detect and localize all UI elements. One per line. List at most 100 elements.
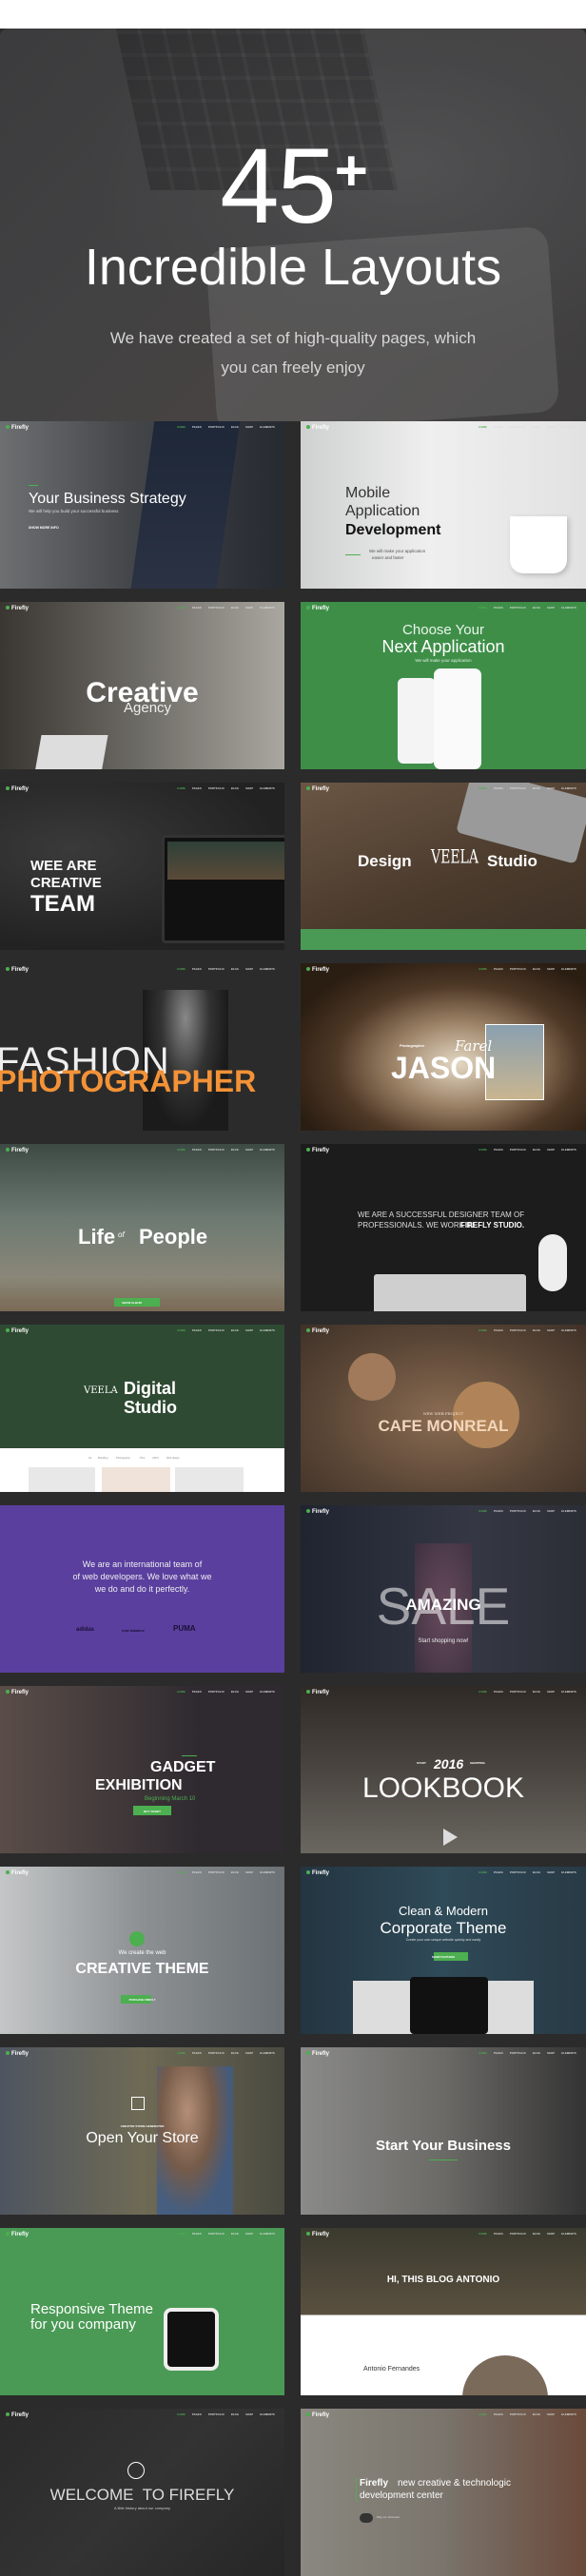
layout-thumbnail-business-strategy[interactable]: Firefly HOME PAGES PORTFOLIO BLOG SHOP ELEMENT… (0, 421, 284, 589)
top-margin (0, 0, 586, 29)
layout-thumbnail-cafe-monreal[interactable]: Firefly HOME PAGES PORTFOLIO BLOG SHOP ELEMENT… (301, 1325, 586, 1492)
nav-item: PORTFOLIO (207, 2413, 225, 2416)
thumbnail-text: we do and do it perfectly. (94, 1584, 190, 1594)
firefly-logo: Firefly (6, 1870, 29, 1876)
logo-text: Firefly (11, 606, 29, 611)
logo-text: Firefly (312, 1148, 330, 1153)
logo-dot-icon (306, 1690, 310, 1694)
nav-item: ELEMENTS (260, 968, 275, 971)
thumbnail-text: new balance (122, 1628, 145, 1633)
thumbnail-text: SHOW FEATURES (431, 1955, 456, 1959)
thumbnail-text: CREATIVE (30, 875, 102, 891)
phone-large (434, 668, 481, 769)
layout-thumbnail-blog-antonio[interactable]: Firefly HOME PAGES PORTFOLIO BLOG SHOP ELEMENT… (301, 2228, 586, 2395)
nav-item: BLOG (230, 787, 240, 790)
play-button (360, 2513, 373, 2523)
layout-thumbnail-open-your-store[interactable]: Firefly HOME PAGES PORTFOLIO BLOG SHOP ELEMENT… (0, 2047, 284, 2215)
nav-menu: HOME PAGES PORTFOLIO BLOG SHOP ELEMENTS (170, 1871, 275, 1874)
thumbnail-navbar: Firefly HOME PAGES PORTFOLIO BLOG SHOP ELEMENT… (0, 2409, 284, 2422)
logo-text: Firefly (312, 1870, 330, 1876)
nav-item: PORTFOLIO (207, 607, 225, 610)
thumbnail-text: Photographer (400, 1043, 425, 1048)
layout-thumbnail-technologic-center[interactable]: Firefly HOME PAGES PORTFOLIO BLOG SHOP ELEMENT… (301, 2409, 586, 2576)
nav-menu: HOME PAGES PORTFOLIO BLOG SHOP ELEMENTS (170, 787, 275, 790)
nav-item: PORTFOLIO (509, 968, 526, 971)
firefly-logo: Firefly (6, 1148, 29, 1153)
layout-thumbnail-responsive-theme[interactable]: Firefly HOME PAGES PORTFOLIO BLOG SHOP ELEMENT… (0, 2228, 284, 2395)
firefly-logo: Firefly (306, 1328, 329, 1334)
nav-item: PAGES (191, 968, 202, 971)
smartwatch (164, 2308, 219, 2371)
layout-thumbnail-creative-agency[interactable]: Firefly HOME PAGES PORTFOLIO BLOG SHOP ELEMENT… (0, 602, 284, 769)
layout-thumbnail-creative-theme[interactable]: Firefly HOME PAGES PORTFOLIO BLOG SHOP ELEMENT… (0, 1867, 284, 2034)
firefly-logo: Firefly (306, 2232, 329, 2237)
thumbnail-navbar: Firefly HOME PAGES PORTFOLIO BLOG SHOP ELEMENT… (301, 1686, 586, 1699)
nav-item: ELEMENTS (260, 1691, 275, 1694)
nav-item: PORTFOLIO (509, 1149, 526, 1152)
thumbnail-text: PUMA (173, 1624, 196, 1633)
play-circle-icon (127, 2462, 145, 2479)
thumbnail-text: Firefly (360, 2478, 389, 2489)
thumbnail-text: Start shopping now! (418, 1638, 469, 1644)
firefly-logo: Firefly (306, 1509, 329, 1515)
nav-menu: HOME PAGES PORTFOLIO BLOG SHOP ELEMENTS (170, 1329, 275, 1332)
logo-dot-icon (306, 606, 310, 610)
nav-item: ELEMENTS (260, 1871, 275, 1874)
nav-item: PORTFOLIO (207, 968, 225, 971)
layout-thumbnail-international-team[interactable]: We are an international team of of web de… (0, 1505, 284, 1673)
mouse (538, 1234, 567, 1291)
thumbnail-text: WEE ARE (30, 858, 97, 874)
logo-dot-icon (306, 786, 310, 790)
layout-thumbnail-creative-team[interactable]: Firefly HOME PAGES PORTFOLIO BLOG SHOP ELEMENT… (0, 783, 284, 950)
layout-thumbnail-welcome-firefly[interactable]: Firefly HOME PAGES PORTFOLIO BLOG SHOP ELEMENT… (0, 2409, 284, 2576)
nav-menu: HOME PAGES PORTFOLIO BLOG SHOP ELEMENTS (170, 1149, 275, 1152)
thumbnail-text: adidas (76, 1627, 95, 1633)
layout-thumbnail-start-your-business[interactable]: Firefly HOME PAGES PORTFOLIO BLOG SHOP ELEMENT… (301, 2047, 586, 2215)
thumbnail-text: People (139, 1225, 208, 1249)
layout-thumbnail-photographer-jason[interactable]: Firefly HOME PAGES PORTFOLIO BLOG SHOP ELEMENT… (301, 963, 586, 1131)
firefly-logo: Firefly (6, 606, 29, 611)
thumbnail-text: Play our showreel (377, 2515, 400, 2519)
layout-thumbnail-amazing-sale[interactable]: Firefly HOME PAGES PORTFOLIO BLOG SHOP ELEMENT… (301, 1505, 586, 1673)
nav-item: HOME (479, 968, 487, 971)
thumbnail-text: NEW WEB PROJECT (422, 1411, 464, 1416)
logo-text: Firefly (11, 1870, 29, 1876)
logo-dot-icon (306, 1148, 310, 1152)
firefly-logo: Firefly (6, 786, 29, 792)
layout-thumbnail-corporate-theme[interactable]: Firefly HOME PAGES PORTFOLIO BLOG SHOP ELEMENT… (301, 1867, 586, 2034)
layout-thumbnail-lookbook[interactable]: Firefly HOME PAGES PORTFOLIO BLOG SHOP ELEMENT… (301, 1686, 586, 1853)
layout-thumbnail-fashion-photographer[interactable]: Firefly HOME PAGES PORTFOLIO BLOG SHOP ELEMENT… (0, 963, 284, 1131)
nav-item: SHOP (547, 426, 556, 429)
layout-thumbnail-life-of-people[interactable]: Firefly HOME PAGES PORTFOLIO BLOG SHOP ELEMENT… (0, 1144, 284, 1311)
layout-thumbnail-designer-team[interactable]: Firefly HOME PAGES PORTFOLIO BLOG SHOP ELEMENT… (301, 1144, 586, 1311)
nav-menu: HOME PAGES PORTFOLIO BLOG SHOP ELEMENTS (472, 607, 576, 610)
nav-item: HOME (177, 1691, 186, 1694)
thumbnail-text: JASON (391, 1051, 497, 1085)
thumbnail-text: Digital (124, 1379, 177, 1398)
thumbnail-text: We create the web (118, 1950, 166, 1956)
nav-menu: HOME PAGES PORTFOLIO BLOG SHOP ELEMENTS (472, 1149, 576, 1152)
firefly-logo: Firefly (306, 967, 329, 973)
layout-thumbnail-digital-studio[interactable]: Firefly HOME PAGES PORTFOLIO BLOG SHOP ELEMENT… (0, 1325, 284, 1492)
thumbnail-navbar: Firefly HOME PAGES PORTFOLIO BLOG SHOP ELEMENT… (0, 1144, 284, 1157)
nav-item: PAGES (493, 426, 503, 429)
layout-thumbnail-gadget-exhibition[interactable]: Firefly HOME PAGES PORTFOLIO BLOG SHOP ELEMENT… (0, 1686, 284, 1853)
layout-thumbnail-mobile-application[interactable]: Firefly HOME PAGES PORTFOLIO BLOG SHOP ELEMENT… (301, 421, 586, 589)
layout-thumbnail-next-application[interactable]: Firefly HOME PAGES PORTFOLIO BLOG SHOP ELEMENT… (301, 602, 586, 769)
logo-dot-icon (306, 425, 310, 429)
hero-subtitle-line: you can freely enjoy (221, 358, 365, 377)
nav-item: ELEMENTS (260, 1149, 275, 1152)
nav-item: ELEMENTS (561, 1149, 576, 1152)
firefly-logo: Firefly (6, 2232, 29, 2237)
thumbnail-text: Life (78, 1225, 116, 1249)
layout-thumbnail-design-studio[interactable]: Firefly HOME PAGES PORTFOLIO BLOG SHOP ELEMENT… (301, 783, 586, 950)
thumbnail-text: Print (140, 1457, 146, 1460)
nav-menu: HOME PAGES PORTFOLIO BLOG SHOP ELEMENTS (170, 2052, 275, 2055)
thumbnail-text: Responsive Theme (30, 2301, 153, 2317)
nav-item: HOME (479, 2052, 487, 2055)
logo-dot-icon (6, 967, 10, 971)
nav-item: SHOP (547, 2052, 556, 2055)
nav-item: BLOG (532, 426, 541, 429)
nav-menu: HOME PAGES PORTFOLIO BLOG SHOP ELEMENTS (170, 2233, 275, 2236)
thumbnail-text: SHOPPING (470, 1761, 485, 1765)
